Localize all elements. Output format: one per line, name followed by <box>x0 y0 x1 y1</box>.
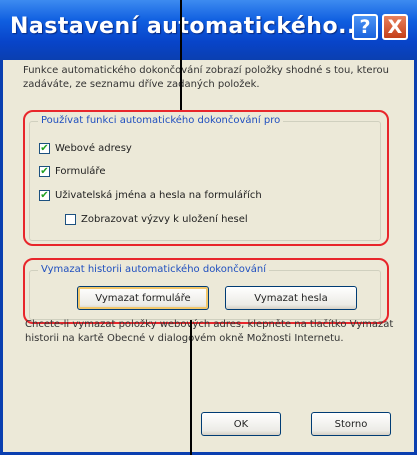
highlight-clear-group <box>23 258 389 324</box>
dialog-title: Nastavení automatického... <box>10 14 365 39</box>
ok-button[interactable]: OK <box>201 412 281 436</box>
autocomplete-settings-dialog: Nastavení automatického... ? X Funkce au… <box>0 0 417 455</box>
description-text: Funkce automatického dokončování zobrazí… <box>23 65 389 90</box>
callout-line-bottom <box>190 320 192 455</box>
close-icon: X <box>387 16 403 38</box>
title-bar[interactable]: Nastavení automatického... ? X <box>0 0 417 60</box>
info-text: Chcete-li vymazat položky webových adres… <box>25 319 394 344</box>
cancel-button[interactable]: Storno <box>311 412 391 436</box>
help-icon: ? <box>359 16 371 38</box>
help-button[interactable]: ? <box>352 14 378 40</box>
close-button[interactable]: X <box>382 14 408 40</box>
highlight-use-group <box>23 110 389 246</box>
callout-line-top <box>180 0 182 110</box>
